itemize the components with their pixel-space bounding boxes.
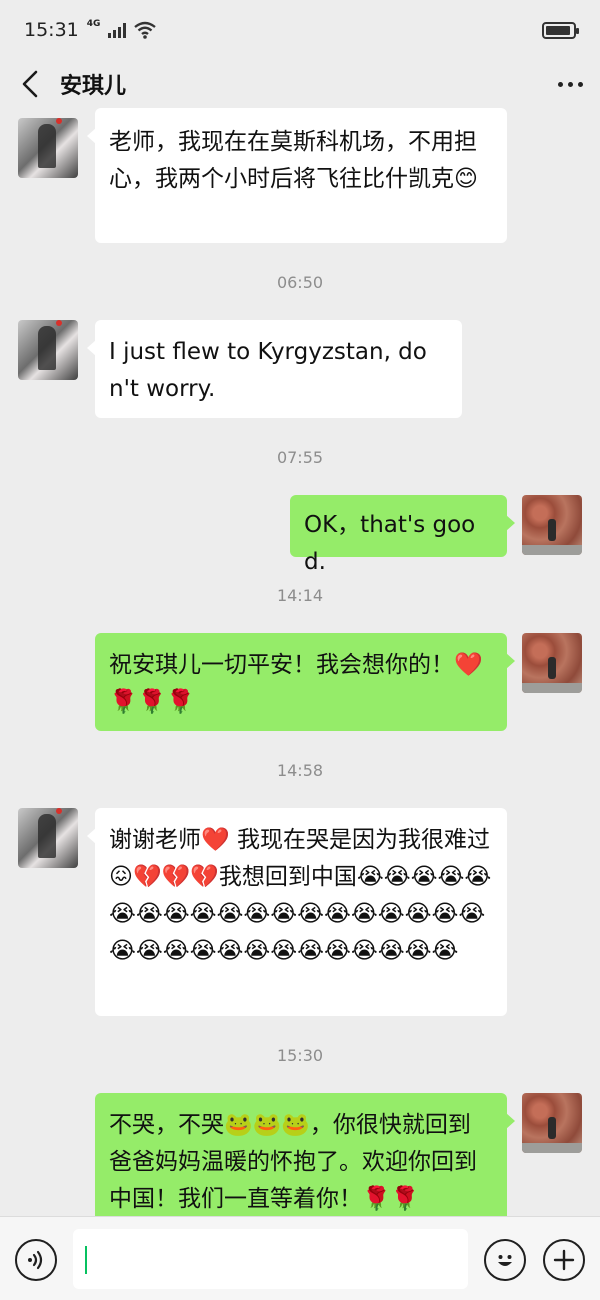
timestamp: 14:58 xyxy=(276,761,324,780)
smiley-icon xyxy=(498,1255,512,1266)
contact-avatar[interactable] xyxy=(18,808,78,868)
battery-icon xyxy=(542,21,579,39)
chat-header: 安琪儿 xyxy=(0,60,600,108)
contact-avatar[interactable] xyxy=(18,118,78,178)
timestamp: 07:55 xyxy=(276,448,324,467)
status-time: 15:31 xyxy=(24,19,79,41)
my-avatar[interactable] xyxy=(522,633,582,693)
message-bubble-outgoing[interactable]: 不哭，不哭🐸🐸🐸，你很快就回到爸爸妈妈温暖的怀抱了。欢迎你回到中国！我们一直等着… xyxy=(95,1093,515,1216)
voice-icon xyxy=(28,1250,43,1270)
my-avatar[interactable] xyxy=(522,1093,582,1153)
message-bubble-incoming[interactable]: 谢谢老师❤️ 我现在哭是因为我很难过😖💔💔💔我想回到中国😭😭😭😭😭😭😭😭😭😭😭😭… xyxy=(87,808,507,1016)
message-bubble-incoming[interactable]: 老师，我现在在莫斯科机场，不用担心，我两个小时后将飞往比什凯克😊 xyxy=(87,108,507,243)
status-bar: 15:31 4G xyxy=(0,0,600,60)
input-bar xyxy=(0,1216,600,1300)
message-input[interactable] xyxy=(73,1229,468,1289)
status-left: 15:31 4G xyxy=(24,19,157,41)
my-avatar[interactable] xyxy=(522,495,582,555)
timestamp: 15:30 xyxy=(276,1046,324,1065)
timestamp: 14:14 xyxy=(276,586,324,605)
message-bubble-incoming[interactable]: I just flew to Kyrgyzstan, don't worry. xyxy=(87,320,462,418)
message-bubble-outgoing[interactable]: 祝安琪儿一切平安！我会想你的！❤️🌹🌹🌹 xyxy=(95,633,515,731)
emoji-button[interactable] xyxy=(484,1239,526,1281)
chat-area[interactable]: 老师，我现在在莫斯科机场，不用担心，我两个小时后将飞往比什凯克😊 06:50 I… xyxy=(0,108,600,1216)
chevron-left-icon xyxy=(22,70,38,98)
contact-avatar[interactable] xyxy=(18,320,78,380)
more-dots-icon xyxy=(557,81,563,87)
wifi-icon xyxy=(134,21,157,39)
chat-title: 安琪儿 xyxy=(60,74,127,99)
signal-icon xyxy=(108,22,127,38)
message-bubble-outgoing[interactable]: OK，that's good. xyxy=(290,495,515,575)
network-type: 4G xyxy=(86,19,101,29)
plus-button[interactable] xyxy=(543,1239,585,1281)
more-button[interactable] xyxy=(540,60,600,108)
voice-button[interactable] xyxy=(15,1239,57,1281)
text-caret xyxy=(85,1246,87,1274)
timestamp: 06:50 xyxy=(276,273,324,292)
plus-icon xyxy=(553,1249,575,1271)
back-button[interactable] xyxy=(0,60,60,108)
